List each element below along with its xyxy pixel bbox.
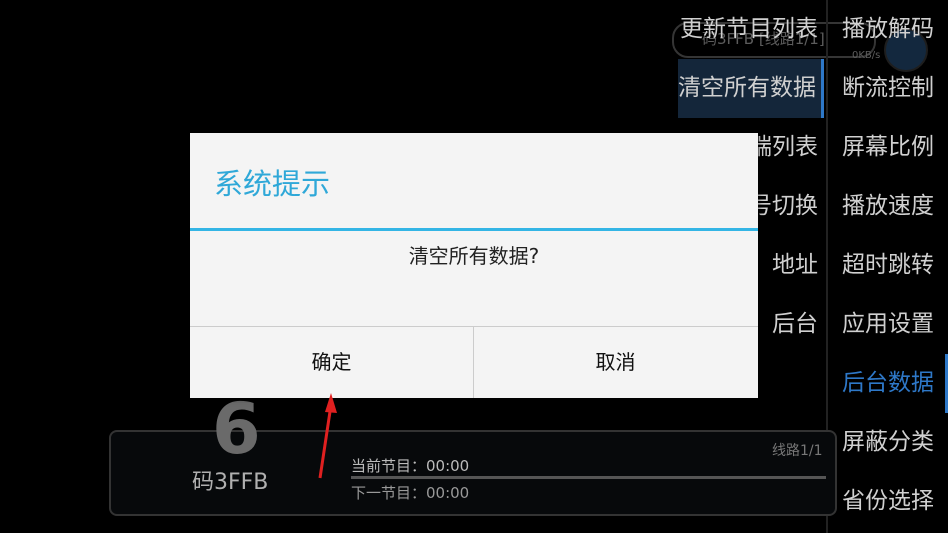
submenu-item-clear-data[interactable]: 清空所有数据: [678, 59, 824, 118]
dialog-message: 清空所有数据?: [408, 244, 540, 268]
submenu-item-label: 清空所有数据: [678, 75, 816, 101]
submenu-item-refresh-list[interactable]: 更新节目列表: [678, 0, 824, 59]
cancel-button[interactable]: 取消: [474, 327, 757, 398]
menu-item-label: 播放解码: [842, 16, 934, 42]
menu-item-label: 断流控制: [842, 75, 934, 101]
submenu-item-label: 端列表: [749, 134, 818, 160]
menu-item-decode[interactable]: 播放解码: [830, 0, 948, 59]
submenu-item-label: 号切换: [749, 193, 818, 219]
dialog-title-divider: [190, 228, 758, 231]
menu-item-block-category[interactable]: 屏蔽分类: [830, 413, 948, 472]
program-progress-bar: [351, 476, 826, 479]
menu-item-speed[interactable]: 播放速度: [830, 177, 948, 236]
menu-item-label: 超时跳转: [842, 252, 934, 278]
menu-item-aspect-ratio[interactable]: 屏幕比例: [830, 118, 948, 177]
channel-number: 6: [212, 388, 261, 470]
menu-item-label: 屏幕比例: [842, 134, 934, 160]
current-program: 当前节目：00:00: [351, 457, 470, 475]
menu-item-label: 后台数据: [842, 370, 934, 396]
settings-menu: 播放解码 断流控制 屏幕比例 播放速度 超时跳转 应用设置 后台数据 屏蔽分类 …: [830, 0, 948, 531]
next-program: 下一节目：00:00: [351, 484, 470, 502]
menu-item-timeout[interactable]: 超时跳转: [830, 236, 948, 295]
channel-name: 码3FFB: [192, 470, 269, 495]
line-indicator: 线路1/1: [772, 443, 823, 459]
menu-item-stream-control[interactable]: 断流控制: [830, 59, 948, 118]
menu-item-label: 应用设置: [842, 311, 934, 337]
menu-item-label: 省份选择: [842, 488, 934, 514]
menu-item-label: 播放速度: [842, 193, 934, 219]
menu-item-app-settings[interactable]: 应用设置: [830, 295, 948, 354]
submenu-item-label: 地址: [772, 252, 818, 278]
submenu-item-label: 后台: [772, 311, 818, 337]
submenu-item-label: 更新节目列表: [680, 16, 818, 42]
menu-item-province[interactable]: 省份选择: [830, 472, 948, 531]
confirm-dialog: 系统提示 清空所有数据? 确定 取消: [190, 133, 758, 398]
menu-item-backend-data[interactable]: 后台数据: [830, 354, 948, 413]
menu-item-label: 屏蔽分类: [842, 429, 934, 455]
ok-button[interactable]: 确定: [190, 327, 473, 398]
dialog-title: 系统提示: [214, 167, 331, 201]
